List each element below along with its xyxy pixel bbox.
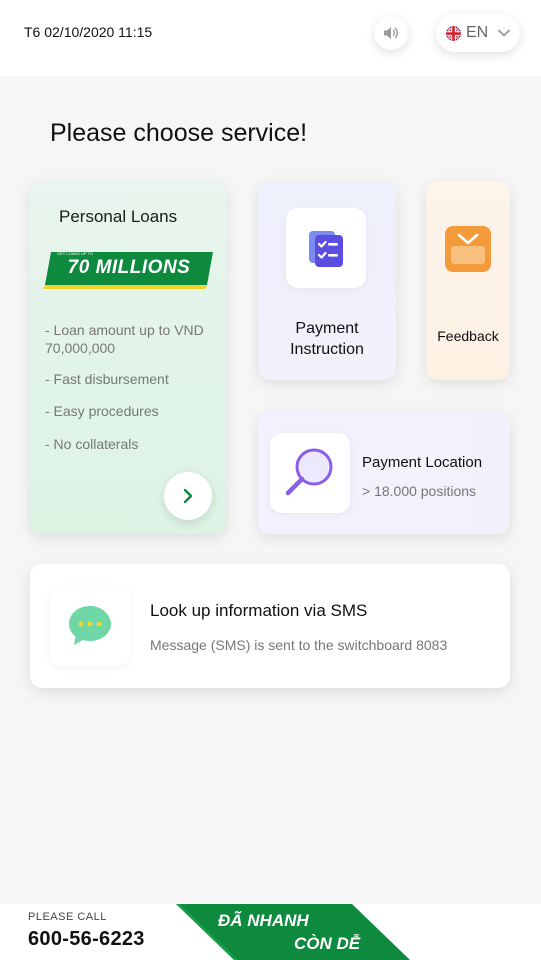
language-selector[interactable]: EN [436, 14, 520, 52]
personal-loans-card[interactable]: Personal Loans GET LOANS UP TO 70 MILLIO… [30, 181, 226, 534]
uk-flag-icon [446, 25, 461, 41]
loan-feature: - Fast disbursement [45, 371, 169, 387]
sms-subtitle: Message (SMS) is sent to the switchboard… [150, 637, 448, 653]
feedback-label: Feedback [437, 328, 499, 344]
top-bar: T6 02/10/2020 11:15 EN [0, 0, 541, 76]
loan-banner: GET LOANS UP TO 70 MILLIONS [43, 249, 215, 291]
chevron-down-icon [498, 29, 511, 37]
magnifier-icon [285, 448, 333, 496]
sms-icon-tile [50, 586, 130, 666]
sound-button[interactable] [374, 16, 408, 50]
loans-title: Personal Loans [59, 207, 178, 226]
call-label: PLEASE CALL [28, 911, 107, 923]
sms-lookup-card[interactable]: Look up information via SMS Message (SMS… [30, 564, 510, 688]
footer: PLEASE CALL 600-56-6223 ĐÃ NHANH CÒN DỄ [0, 904, 541, 960]
feedback-card[interactable]: Feedback [426, 181, 510, 380]
loan-feature: - Loan amount up to VND 70,000,000 [45, 322, 204, 356]
slogan-line-2: CÒN DỄ [294, 934, 361, 953]
slogan-line-1: ĐÃ NHANH [218, 911, 309, 930]
payment-instruction-card[interactable]: Payment Instruction [258, 181, 396, 380]
payment-location-card[interactable]: Payment Location > 18.000 positions [258, 412, 510, 534]
chevron-right-icon [183, 488, 193, 504]
speaker-icon [384, 27, 398, 39]
page-title: Please choose service! [50, 119, 308, 147]
payment-instruction-label-line-2: Instruction [290, 341, 364, 358]
hotline-number[interactable]: 600-56-6223 [28, 928, 145, 951]
payment-location-icon-tile [270, 433, 350, 513]
payment-location-subtitle: > 18.000 positions [362, 483, 477, 499]
loan-feature: - Easy procedures [45, 403, 159, 419]
banner-text: 70 MILLIONS [67, 257, 191, 278]
sms-title: Look up information via SMS [150, 601, 368, 620]
language-label: EN [466, 24, 489, 41]
loan-feature: - No collaterals [45, 436, 139, 452]
payment-location-title: Payment Location [362, 454, 483, 471]
banner-small-text: GET LOANS UP TO [57, 251, 93, 256]
mailbox-icon [445, 226, 491, 272]
payment-instruction-label: Payment Instruction [258, 318, 396, 360]
payment-instruction-icon-tile [286, 208, 366, 288]
payment-instruction-label-line-1: Payment [295, 320, 359, 337]
datetime: T6 02/10/2020 11:15 [24, 24, 153, 40]
clipboard-checklist-icon [309, 231, 343, 267]
loans-next-button[interactable] [164, 472, 212, 520]
chat-bubble-icon [69, 606, 111, 645]
